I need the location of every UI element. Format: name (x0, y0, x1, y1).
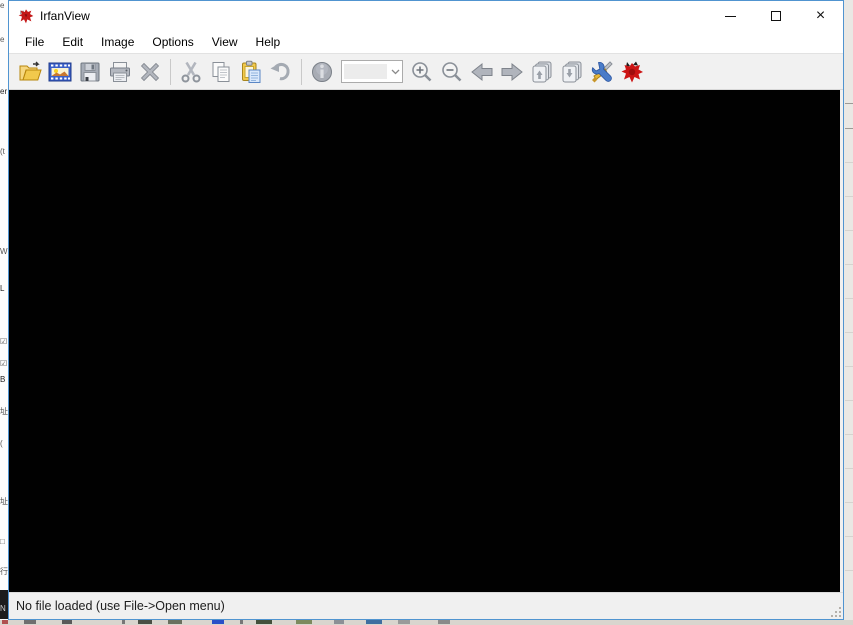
copy-icon (209, 60, 233, 84)
zoom-value (344, 64, 387, 79)
taskbar-icon-fragment (122, 620, 125, 624)
taskbar-icon-fragment (366, 620, 382, 624)
slideshow-icon (48, 60, 72, 84)
copy-button[interactable] (206, 57, 236, 86)
cut-scissors-icon (179, 60, 203, 84)
bg-text-fragment: B (0, 376, 5, 384)
tools-wrench-icon (590, 60, 614, 84)
info-button[interactable] (307, 57, 337, 86)
bg-text-fragment: 址 (0, 498, 8, 506)
about-irfanview-button[interactable] (617, 57, 647, 86)
pages-up-icon (530, 60, 554, 84)
delete-button[interactable] (135, 57, 165, 86)
paste-clipboard-icon (239, 60, 263, 84)
menu-edit[interactable]: Edit (53, 32, 92, 52)
maximize-icon (771, 11, 781, 21)
taskbar-icon-fragment (2, 620, 8, 624)
image-canvas (9, 90, 843, 592)
toolbar (9, 53, 843, 90)
irfanview-logo-icon (18, 8, 34, 24)
window-title: IrfanView (40, 9, 90, 23)
previous-file-button[interactable] (467, 57, 497, 86)
save-button[interactable] (75, 57, 105, 86)
taskbar-icon-fragment (438, 620, 450, 624)
menu-options[interactable]: Options (143, 32, 202, 52)
background-taskbar-sliver (0, 620, 853, 625)
menu-image[interactable]: Image (92, 32, 143, 52)
open-button[interactable] (15, 57, 45, 86)
cut-button[interactable] (176, 57, 206, 86)
open-folder-icon (18, 60, 42, 84)
bg-text-fragment: 址 (0, 408, 8, 416)
zoom-in-icon (410, 60, 434, 84)
pages-down-icon (560, 60, 584, 84)
delete-x-icon (138, 60, 162, 84)
statusbar: No file loaded (use File->Open menu) (9, 592, 843, 619)
bg-text-fragment: □ (0, 538, 5, 546)
paste-button[interactable] (236, 57, 266, 86)
titlebar[interactable]: IrfanView × (9, 1, 843, 31)
bg-text-fragment: 行 (0, 568, 8, 576)
maximize-button[interactable] (753, 1, 798, 31)
toolbar-separator (170, 59, 171, 85)
bg-text-fragment: ☑ (0, 360, 7, 368)
zoom-in-button[interactable] (407, 57, 437, 86)
undo-button[interactable] (266, 57, 296, 86)
bg-text-fragment: W (0, 248, 8, 256)
close-icon: × (816, 8, 825, 24)
menu-help[interactable]: Help (247, 32, 290, 52)
last-file-button[interactable] (557, 57, 587, 86)
resize-grip[interactable] (829, 605, 841, 617)
next-file-button[interactable] (497, 57, 527, 86)
menu-file[interactable]: File (16, 32, 53, 52)
taskbar-icon-fragment (334, 620, 344, 624)
taskbar-icon-fragment (256, 620, 272, 624)
taskbar-icon-fragment (212, 620, 224, 624)
taskbar-icon-fragment (240, 620, 243, 624)
background-window-right-sliver (845, 0, 853, 625)
bg-text-fragment: e (0, 2, 4, 10)
zoom-out-icon (440, 60, 464, 84)
bg-text-fragment: e (0, 36, 4, 44)
print-icon (108, 60, 132, 84)
zoom-out-button[interactable] (437, 57, 467, 86)
background-window-left-sliver: e e er (t W L ☑ ☑ B 址 ( 址 □ 行 N (0, 0, 8, 625)
undo-arrow-icon (269, 60, 293, 84)
bg-text-fragment: L (0, 285, 4, 293)
menubar: File Edit Image Options View Help (9, 31, 843, 53)
bg-text-fragment: (t (0, 148, 5, 156)
taskbar-icon-fragment (296, 620, 312, 624)
arrow-right-icon (499, 60, 525, 84)
irfanview-window: IrfanView × File Edit Image Options View… (8, 0, 844, 620)
properties-button[interactable] (587, 57, 617, 86)
save-icon (78, 60, 102, 84)
bg-text-fragment: ( (0, 440, 3, 448)
taskbar-icon-fragment (24, 620, 36, 624)
first-file-button[interactable] (527, 57, 557, 86)
taskbar-icon-fragment (168, 620, 182, 624)
arrow-left-icon (469, 60, 495, 84)
print-button[interactable] (105, 57, 135, 86)
taskbar-icon-fragment (398, 620, 410, 624)
minimize-icon (725, 16, 736, 17)
taskbar-icon-fragment (62, 620, 72, 624)
menu-view[interactable]: View (203, 32, 247, 52)
irfanview-red-icon (620, 60, 644, 84)
chevron-down-icon[interactable] (388, 61, 402, 82)
bg-text-fragment: N (0, 590, 8, 619)
status-message: No file loaded (use File->Open menu) (9, 599, 225, 613)
toolbar-separator (301, 59, 302, 85)
taskbar-icon-fragment (138, 620, 152, 624)
bg-text-fragment: ☑ (0, 338, 7, 346)
zoom-combobox[interactable] (341, 60, 403, 83)
info-icon (310, 60, 334, 84)
close-button[interactable]: × (798, 1, 843, 31)
desktop: e e er (t W L ☑ ☑ B 址 ( 址 □ 行 N (0, 0, 853, 625)
minimize-button[interactable] (708, 1, 753, 31)
slideshow-button[interactable] (45, 57, 75, 86)
bg-text-fragment: er (0, 88, 7, 96)
